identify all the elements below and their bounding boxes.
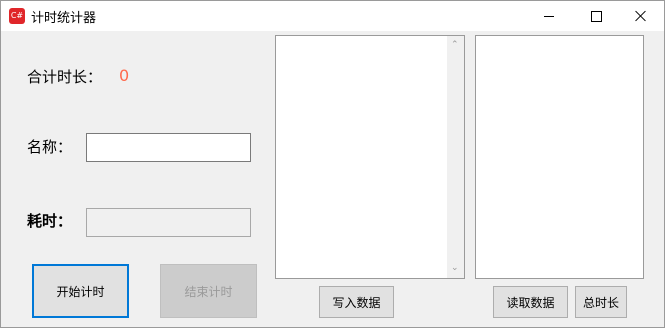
name-label: 名称：	[27, 138, 73, 156]
total-duration-button[interactable]: 总时长	[575, 286, 627, 318]
window-title: 计时统计器	[31, 11, 97, 26]
close-button[interactable]	[618, 1, 664, 31]
scroll-up-icon[interactable]: ⌃	[451, 41, 459, 50]
total-duration-label: 合计时长：	[27, 68, 103, 86]
minimize-icon	[544, 15, 554, 17]
elapsed-input[interactable]	[86, 208, 251, 237]
maximize-button[interactable]	[573, 1, 619, 31]
summary-list[interactable]	[475, 35, 644, 279]
close-icon	[635, 10, 647, 22]
minimize-button[interactable]	[526, 1, 572, 31]
scroll-down-icon[interactable]: ⌄	[451, 264, 459, 273]
total-duration-value: 0	[119, 66, 130, 85]
title-bar: C# 计时统计器	[1, 1, 664, 31]
app-window: C# 计时统计器 合计时长： 0 名称： 耗时： 开始计时 结束计时 ⌃ ⌄ 写…	[0, 0, 665, 328]
records-list-scrollbar[interactable]: ⌃ ⌄	[447, 36, 464, 278]
read-data-button[interactable]: 读取数据	[493, 286, 568, 318]
start-timing-button[interactable]: 开始计时	[32, 264, 129, 318]
elapsed-label: 耗时：	[27, 212, 73, 230]
records-list[interactable]: ⌃ ⌄	[275, 35, 465, 279]
maximize-icon	[590, 10, 602, 22]
app-icon: C#	[9, 8, 25, 24]
write-data-button[interactable]: 写入数据	[319, 286, 394, 318]
end-timing-button[interactable]: 结束计时	[160, 264, 257, 318]
name-input[interactable]	[86, 133, 251, 162]
